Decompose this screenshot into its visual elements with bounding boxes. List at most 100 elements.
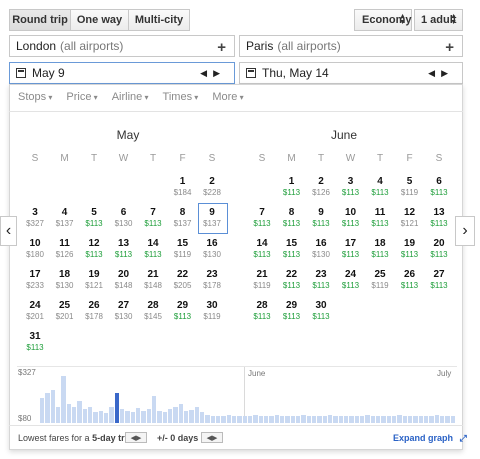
calendar-day[interactable]: 21 $148: [140, 269, 166, 291]
calendar-day[interactable]: 3 $113: [338, 176, 364, 198]
price-bar[interactable]: [285, 416, 290, 423]
calendar-day[interactable]: 4 $137: [52, 207, 78, 229]
calendar-day[interactable]: 4 $113: [367, 176, 393, 198]
trip-multicity-button[interactable]: Multi-city: [128, 9, 190, 31]
price-bar[interactable]: [376, 416, 381, 423]
price-bar[interactable]: [253, 415, 258, 423]
price-bar[interactable]: [344, 416, 349, 423]
price-bar[interactable]: [114, 392, 119, 423]
price-bar[interactable]: [258, 416, 263, 423]
price-bar[interactable]: [386, 416, 391, 423]
calendar-day[interactable]: 12 $113: [81, 238, 107, 260]
price-bar[interactable]: [194, 406, 199, 423]
price-bar[interactable]: [146, 409, 151, 423]
price-bar[interactable]: [184, 410, 189, 423]
calendar-day[interactable]: 20 $113: [426, 238, 452, 260]
origin-field[interactable]: London (all airports) +: [9, 35, 235, 57]
price-bar[interactable]: [152, 395, 157, 423]
calendar-day[interactable]: 6 $130: [111, 207, 137, 229]
price-bar[interactable]: [77, 401, 82, 423]
price-bar[interactable]: [274, 415, 279, 423]
price-bar[interactable]: [248, 416, 253, 423]
price-bar[interactable]: [189, 409, 194, 423]
calendar-day[interactable]: 19 $121: [81, 269, 107, 291]
price-bar[interactable]: [408, 416, 413, 423]
price-bar[interactable]: [237, 416, 242, 423]
price-bar[interactable]: [178, 403, 183, 423]
price-bar[interactable]: [98, 410, 103, 423]
price-bar[interactable]: [93, 412, 98, 423]
calendar-day[interactable]: 18 $113: [367, 238, 393, 260]
calendar-day[interactable]: 10 $113: [338, 207, 364, 229]
date-stepper-icon[interactable]: ◀▶: [428, 68, 454, 79]
cabin-select[interactable]: Economy ▲ ▼: [354, 9, 412, 31]
plus-icon[interactable]: +: [445, 39, 454, 56]
calendar-day[interactable]: 19 $113: [397, 238, 423, 260]
calendar-day[interactable]: 16 $130: [308, 238, 334, 260]
destination-field[interactable]: Paris (all airports) +: [239, 35, 463, 57]
price-bar[interactable]: [338, 416, 343, 423]
calendar-day[interactable]: 7 $113: [249, 207, 275, 229]
calendar-day[interactable]: 9 $113: [308, 207, 334, 229]
calendar-day[interactable]: 12 $121: [397, 207, 423, 229]
calendar-day[interactable]: 8 $113: [279, 207, 305, 229]
trip-round-button[interactable]: Round trip: [9, 9, 71, 31]
price-bar[interactable]: [125, 410, 130, 423]
calendar-day[interactable]: 7 $113: [140, 207, 166, 229]
calendar-day[interactable]: 6 $113: [426, 176, 452, 198]
calendar-day[interactable]: 25 $201: [52, 300, 78, 322]
calendar-day[interactable]: 13 $113: [426, 207, 452, 229]
price-bar[interactable]: [88, 406, 93, 423]
price-bar[interactable]: [349, 416, 354, 423]
plus-icon[interactable]: +: [217, 39, 226, 56]
calendar-day[interactable]: 27 $130: [111, 300, 137, 322]
price-bar[interactable]: [290, 416, 295, 423]
price-bar[interactable]: [141, 410, 146, 423]
price-bar[interactable]: [61, 376, 66, 423]
trip-length-stepper[interactable]: ◀▶: [125, 432, 147, 443]
price-bar[interactable]: [306, 416, 311, 423]
price-bar[interactable]: [157, 410, 162, 423]
filter-stops[interactable]: Stops: [18, 91, 52, 103]
price-bar[interactable]: [365, 415, 370, 423]
price-bar[interactable]: [392, 416, 397, 423]
calendar-day[interactable]: 14 $113: [140, 238, 166, 260]
price-bar[interactable]: [242, 416, 247, 423]
price-bar[interactable]: [162, 412, 167, 423]
price-bar[interactable]: [82, 409, 87, 423]
calendar-day[interactable]: 22 $205: [170, 269, 196, 291]
calendar-day[interactable]: 11 $126: [52, 238, 78, 260]
filter-times[interactable]: Times: [163, 91, 199, 103]
price-bar[interactable]: [397, 415, 402, 423]
price-bar[interactable]: [296, 416, 301, 423]
price-bar[interactable]: [264, 416, 269, 423]
calendar-day[interactable]: 11 $113: [367, 207, 393, 229]
price-bar[interactable]: [130, 412, 135, 423]
calendar-day[interactable]: 3 $327: [22, 207, 48, 229]
price-bar[interactable]: [104, 413, 109, 423]
price-bar[interactable]: [210, 416, 215, 423]
calendar-day[interactable]: 23 $113: [308, 269, 334, 291]
price-bar[interactable]: [40, 398, 45, 423]
calendar-day[interactable]: 5 $119: [397, 176, 423, 198]
price-bar[interactable]: [418, 416, 423, 423]
price-bar[interactable]: [173, 406, 178, 423]
price-bar[interactable]: [269, 416, 274, 423]
price-bar[interactable]: [216, 416, 221, 423]
calendar-day[interactable]: 22 $113: [279, 269, 305, 291]
price-bar[interactable]: [136, 407, 141, 423]
calendar-day[interactable]: 15 $113: [279, 238, 305, 260]
calendar-day[interactable]: 20 $148: [111, 269, 137, 291]
price-bar[interactable]: [301, 415, 306, 423]
price-bar[interactable]: [280, 416, 285, 423]
price-bar[interactable]: [322, 416, 327, 423]
calendar-day[interactable]: 24 $201: [22, 300, 48, 322]
price-bar[interactable]: [45, 392, 50, 423]
price-bar[interactable]: [205, 414, 210, 423]
calendar-day[interactable]: 26 $178: [81, 300, 107, 322]
calendar-day[interactable]: 26 $113: [397, 269, 423, 291]
filter-more[interactable]: More: [212, 91, 243, 103]
price-bar[interactable]: [402, 416, 407, 423]
price-bar[interactable]: [200, 412, 205, 423]
calendar-day[interactable]: 28 $113: [249, 300, 275, 322]
